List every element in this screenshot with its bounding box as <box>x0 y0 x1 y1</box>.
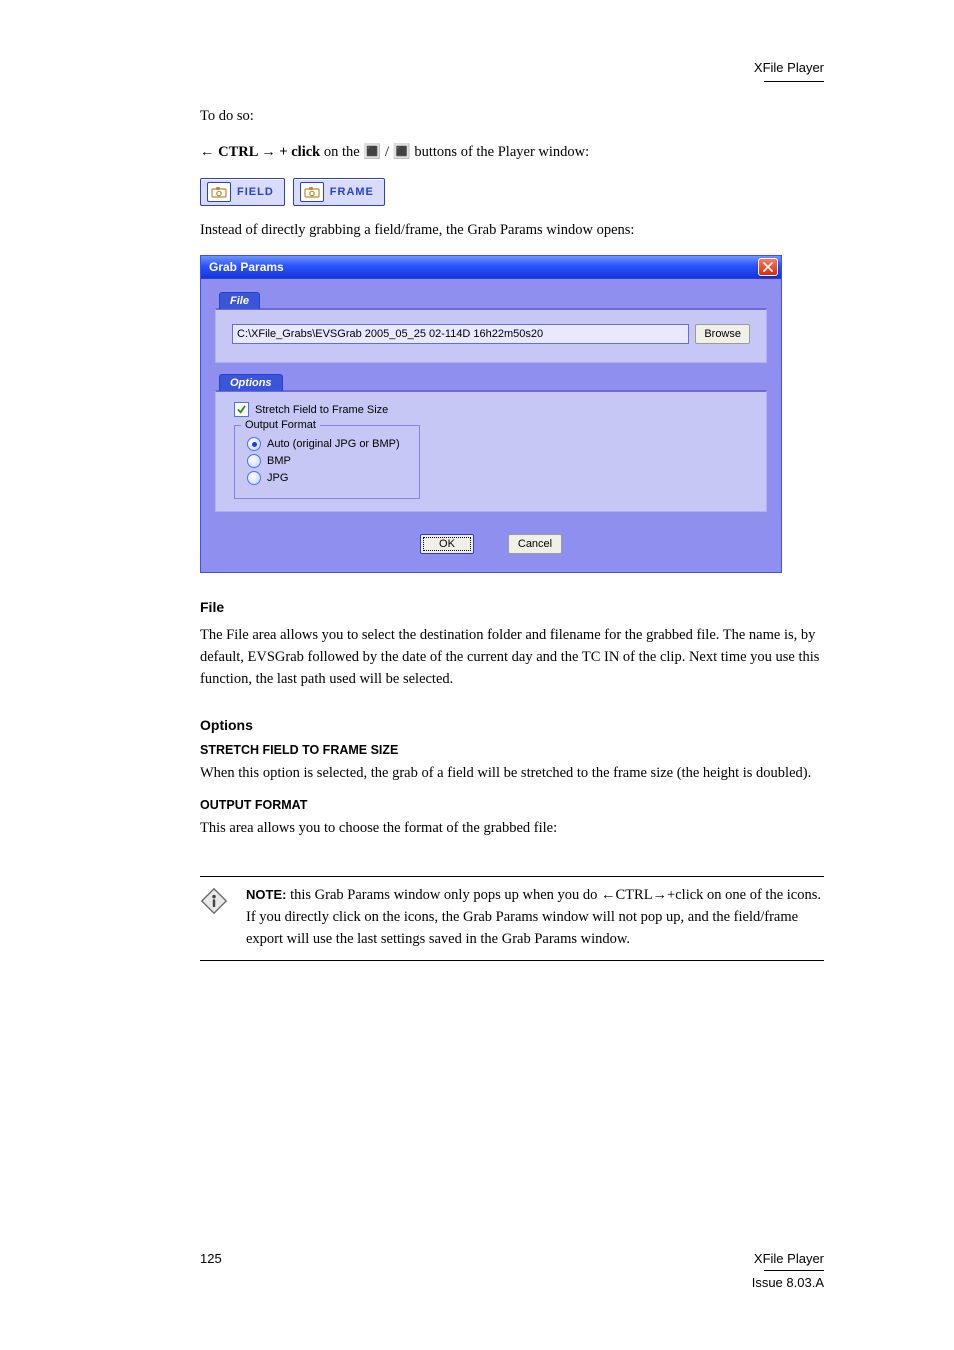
paragraph-intro-2: ← CTRL → + click on the 🔳 / 🔳 buttons of… <box>200 142 824 164</box>
browse-button[interactable]: Browse <box>695 324 750 344</box>
file-section-tab: File <box>219 292 260 309</box>
dialog-titlebar: Grab Params <box>201 256 781 279</box>
paragraph-stretch: When this option is selected, the grab o… <box>200 763 824 785</box>
alert-icon <box>200 887 228 920</box>
camera-icon <box>300 182 324 202</box>
frame-button-label: FRAME <box>330 186 374 198</box>
subheading-stretch: STRETCH FIELD TO FRAME SIZE <box>200 743 824 757</box>
camera-icon <box>207 182 231 202</box>
grab-params-dialog-figure: Grab Params File Browse Options <box>200 255 782 573</box>
footer-divider <box>764 1270 824 1271</box>
footer-page-number: 125 <box>200 1251 222 1290</box>
footer-issue: Issue 8.03.A <box>752 1275 824 1290</box>
subheading-output: OUTPUT FORMAT <box>200 798 824 812</box>
cancel-button[interactable]: Cancel <box>508 534 562 554</box>
stretch-checkbox-row[interactable]: Stretch Field to Frame Size <box>234 402 750 417</box>
close-icon <box>763 262 773 272</box>
frame-button: FRAME <box>293 178 385 206</box>
figure-field-frame-buttons: FIELD FRAME <box>200 178 824 206</box>
radio-auto-row[interactable]: Auto (original JPG or BMP) <box>247 437 407 451</box>
radio-auto[interactable] <box>247 437 261 451</box>
close-button[interactable] <box>758 258 778 276</box>
dialog-title: Grab Params <box>209 260 284 274</box>
heading-options: Options <box>200 717 824 733</box>
note-divider-top <box>200 876 824 877</box>
page-footer: 125 XFile Player Issue 8.03.A <box>200 1251 824 1290</box>
radio-auto-label: Auto (original JPG or BMP) <box>267 438 400 450</box>
radio-bmp-label: BMP <box>267 455 291 467</box>
radio-bmp[interactable] <box>247 454 261 468</box>
radio-jpg-row[interactable]: JPG <box>247 471 407 485</box>
breadcrumb: XFile Player <box>200 60 824 75</box>
radio-bmp-row[interactable]: BMP <box>247 454 407 468</box>
ok-button[interactable]: OK <box>420 534 474 554</box>
options-section-tab: Options <box>219 374 283 391</box>
paragraph-after-buttons: Instead of directly grabbing a field/fra… <box>200 220 824 242</box>
output-format-legend: Output Format <box>241 419 320 431</box>
paragraph-output: This area allows you to choose the forma… <box>200 818 824 840</box>
paragraph-file: The File area allows you to select the d… <box>200 625 824 690</box>
radio-jpg-label: JPG <box>267 472 288 484</box>
radio-jpg[interactable] <box>247 471 261 485</box>
field-button-label: FIELD <box>237 186 274 198</box>
paragraph-intro-1: To do so: <box>200 106 824 128</box>
inline-field-icon: 🔳 <box>363 144 381 160</box>
stretch-checkbox[interactable] <box>234 402 249 417</box>
note-divider-bottom <box>200 960 824 961</box>
note-paragraph: NOTE: this Grab Params window only pops … <box>246 885 824 950</box>
footer-breadcrumb: XFile Player <box>752 1251 824 1266</box>
inline-frame-icon: 🔳 <box>393 144 411 160</box>
checkmark-icon <box>237 405 246 414</box>
heading-file: File <box>200 599 824 615</box>
divider <box>764 81 824 82</box>
file-path-input[interactable] <box>232 324 689 344</box>
field-button: FIELD <box>200 178 285 206</box>
stretch-checkbox-label: Stretch Field to Frame Size <box>255 404 388 416</box>
